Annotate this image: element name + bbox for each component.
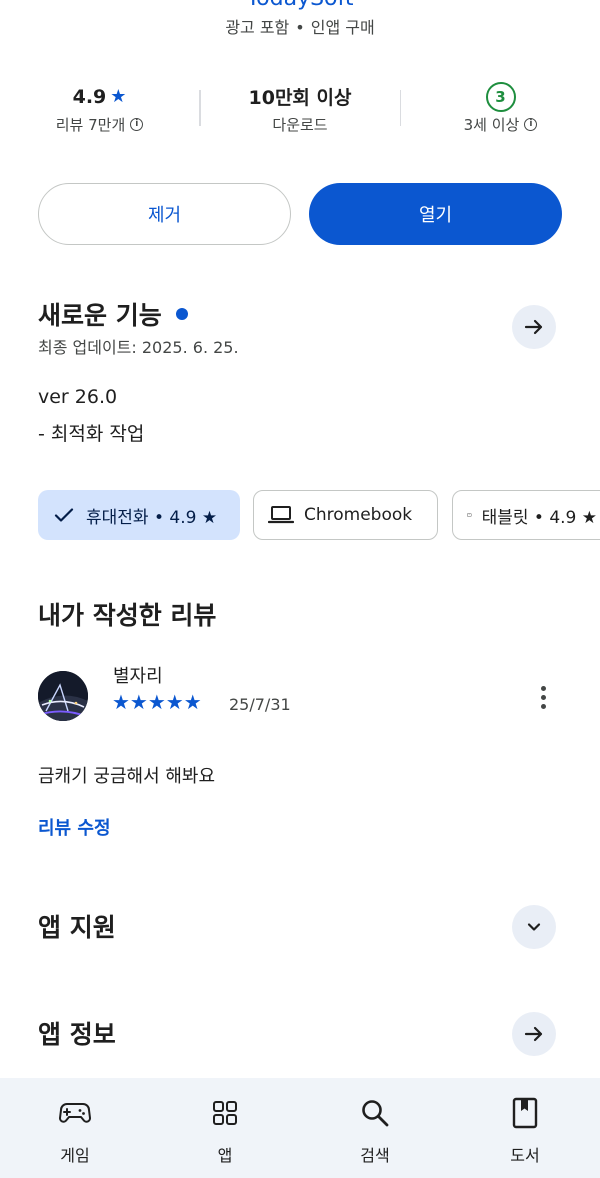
info-icon: i <box>130 117 144 131</box>
arrow-right-icon <box>524 1026 543 1042</box>
open-button[interactable]: 열기 <box>309 183 562 245</box>
my-review-title: 내가 작성한 리뷰 <box>38 601 217 630</box>
new-indicator-dot <box>175 308 188 320</box>
downloads-label: 다운로드 <box>272 115 328 134</box>
whats-new-title: 새로운 기능 <box>38 301 162 330</box>
chevron-down-icon <box>527 923 541 931</box>
review-date: 25/7/31 <box>229 695 291 714</box>
chip-tablet-label: 태블릿 • 4.9 ★ <box>481 507 597 528</box>
chip-tablet[interactable]: 태블릿 • 4.9 ★ <box>452 490 600 540</box>
search-icon <box>362 1100 389 1127</box>
arrow-right-icon <box>524 319 543 335</box>
book-icon <box>512 1097 538 1129</box>
nav-label-games: 게임 <box>60 1146 90 1165</box>
nav-item-books[interactable]: 도서 <box>450 1078 600 1178</box>
whats-new-header[interactable]: 새로운 기능 <box>38 296 188 332</box>
nav-label-apps: 앱 <box>217 1146 233 1165</box>
review-text: 금캐기 궁금해서 해봐요 <box>38 766 216 787</box>
reviewer-name: 별자리 <box>113 666 163 687</box>
release-notes: - 최적화 작업 <box>38 423 145 445</box>
review-stars-icon: ★★★★★ <box>112 690 202 714</box>
release-version: ver 26.0 <box>38 386 118 408</box>
app-info-arrow-button[interactable] <box>512 1012 556 1056</box>
nav-label-books: 도서 <box>510 1146 540 1165</box>
age-rating-badge-icon: 3 <box>485 81 516 112</box>
star-icon: ★ <box>110 86 127 107</box>
gamepad-icon <box>59 1103 91 1123</box>
app-info-title[interactable]: 앱 정보 <box>38 1015 116 1051</box>
chip-chromebook[interactable]: Chromebook <box>253 490 438 540</box>
avatar-image <box>38 671 88 721</box>
edit-review-link[interactable]: 리뷰 수정 <box>38 814 111 840</box>
app-meta-line: 광고 포함 • 인앱 구매 <box>0 14 600 38</box>
app-support-title[interactable]: 앱 지원 <box>38 908 116 944</box>
nav-item-apps[interactable]: 앱 <box>150 1078 300 1178</box>
last-updated-date: 최종 업데이트: 2025. 6. 25. <box>38 338 239 357</box>
age-rating-stat[interactable]: 3 3세 이상 i <box>401 81 600 135</box>
meta-separator: • <box>295 18 305 37</box>
app-stats-row: 4.9 ★ 리뷰 7만개 i 10만회 이상 다운로드 3 3세 이상 i <box>0 78 600 138</box>
nav-item-games[interactable]: 게임 <box>0 1078 150 1178</box>
app-support-expand-button[interactable] <box>512 905 556 949</box>
bottom-navigation: 게임 앱 검색 도서 <box>0 1078 600 1178</box>
info-icon: i <box>524 117 538 131</box>
contains-ads-label: 광고 포함 <box>225 18 290 37</box>
downloads-value: 10만회 이상 <box>248 87 352 109</box>
age-rating-label: 3세 이상 <box>463 115 520 134</box>
more-options-icon[interactable] <box>530 682 556 712</box>
in-app-purchase-label: 인앱 구매 <box>310 18 375 37</box>
whats-new-arrow-button[interactable] <box>512 305 556 349</box>
rating-value: 4.9 <box>72 85 107 108</box>
chip-phone[interactable]: 휴대전화 • 4.9 ★ <box>38 490 240 540</box>
check-icon <box>54 508 74 522</box>
downloads-stat: 10만회 이상 다운로드 <box>201 82 400 135</box>
laptop-icon <box>268 506 294 524</box>
apps-grid-icon <box>213 1101 237 1125</box>
avatar <box>38 671 88 721</box>
tablet-icon <box>467 513 472 517</box>
review-count-label: 리뷰 7만개 <box>55 115 126 134</box>
nav-label-search: 검색 <box>360 1146 390 1165</box>
developer-link[interactable]: TodaySoft <box>0 0 600 11</box>
chip-chromebook-label: Chromebook <box>304 505 413 525</box>
rating-stat[interactable]: 4.9 ★ 리뷰 7만개 i <box>0 82 199 135</box>
uninstall-button[interactable]: 제거 <box>38 183 291 245</box>
nav-item-search[interactable]: 검색 <box>300 1078 450 1178</box>
chip-phone-label: 휴대전화 • 4.9 ★ <box>86 507 218 528</box>
